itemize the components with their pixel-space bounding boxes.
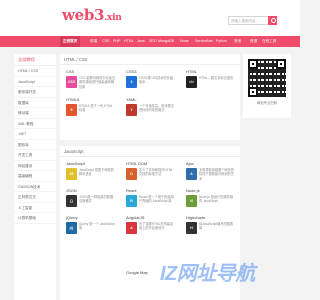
card-title: Ajax [186,161,194,166]
card-title: HTML [186,69,197,74]
sidebar-item[interactable]: 开发工具 [14,150,56,161]
nav-item[interactable]: 资源 [250,36,257,47]
card-description: 一个可读性高，用来表达资料序列化的格式 [139,104,175,113]
sidebar-item[interactable]: 移动端 [14,108,56,119]
search-button[interactable] [268,16,277,25]
card-title: YAML [126,97,137,102]
card-description: 为了克服HTML在构建应用上的不足而设计 [139,222,174,231]
sidebar-item[interactable]: 数据库 [14,98,56,108]
card-icon: H [186,222,197,234]
card-title: HTML5 [66,97,80,102]
nav-item[interactable]: ServiceNet [195,36,213,47]
tutorial-card[interactable]: CSS CSS CSS 能够对网页中元素位置的排版进行像素级精确控制 [62,68,116,94]
tutorial-card[interactable]: JavaScript JS JavaScript 是属于网络的脚本语言 [62,160,116,186]
tutorial-card[interactable]: JSON {} JSON是一种轻量的数据交换格式 [62,187,116,213]
card-icon: 5 [66,104,77,116]
card-title: Highcharts [186,215,206,220]
card-icon: A [186,168,197,180]
tutorial-card[interactable]: Node.js N Node.js 是运行在服务端的 JavaScript [182,187,236,213]
tutorial-card[interactable]: React R React 是一个用于构建用户界面的 JavaScript 库 [122,187,176,213]
card-title: JSON [66,188,77,193]
sidebar-item[interactable]: 高级编程 [14,171,56,182]
qr-panel: 网站专业扫码 [243,54,291,118]
nav-item[interactable]: Python [216,36,227,47]
nav-item[interactable]: Java [137,36,145,47]
nav-item[interactable]: SEO [149,36,157,47]
card-title: jQuery [66,215,78,220]
card-description: CSS3是CSS技术的升级版本 [139,76,174,85]
sidebar-item[interactable]: XML 教程 [14,119,56,129]
section-title: HTML / CSS [60,54,240,65]
nav-item[interactable]: MongoDB [158,36,174,47]
sidebar-item[interactable]: 正则表达式 [14,192,56,203]
sidebar-item[interactable]: .NET [14,129,56,140]
card-title: Node.js [186,188,200,193]
tutorial-card[interactable]: HTML </> HTML，超文本标记语言 [182,68,236,94]
card-title: JavaScript [66,161,85,166]
card-description: HTML5 是下一代 HTML 标准 [79,104,113,113]
card-description: Node.js 是运行在服务端的 JavaScript [199,195,234,204]
sidebar-title: 全部教程 [14,54,56,66]
card-icon: 3 [126,76,137,88]
sidebar-item[interactable]: HTML / CSS [14,66,56,77]
site-logo[interactable]: web3.xin [62,6,122,24]
sidebar: 全部教程 HTML / CSS JavaScript 服务端开发 数据库 移动端 XML … [14,54,56,300]
main-nav: 正统首页 前端 CSS PHP HTML Java SEO MongoDB Node Servic… [0,36,300,47]
card-icon: </> [186,76,197,88]
tutorial-card[interactable]: HTML5 5 HTML5 是下一代 HTML 标准 [62,96,116,122]
tutorial-card[interactable]: CSS3 3 CSS3是CSS技术的升级版本 [122,68,176,94]
nav-item[interactable]: 在线工具 [262,36,276,47]
sidebar-item[interactable]: 人工智能 [14,203,56,213]
card-icon: jQ [66,222,77,234]
card-title: HTML DOM [126,161,148,166]
tutorial-card[interactable]: HTML DOM D 定义了访问和操作HTML文档的标准方法 [122,160,176,186]
nav-item[interactable]: 前端 [90,36,97,47]
card-description: JavaScript 是属于网络的脚本语言 [79,168,114,177]
tutorial-card[interactable]: Highcharts H 纯JavaScript编写的图表库 [182,214,236,240]
qr-code [248,59,286,97]
site-header: web3.xin 请输入搜索内容 [0,0,300,36]
card-icon: R [126,195,137,207]
watermark: IZ网址导航 [160,263,255,285]
card-icon: Y [126,104,137,116]
card-description: jQuery 是一个 JavaScript 库 [79,222,115,231]
card-description: 定义了访问和操作HTML文档的标准方法 [139,168,174,177]
card-title[interactable]: Google Map [126,270,148,276]
card-icon: D [126,168,137,180]
sidebar-item[interactable]: 服务端开发 [14,87,56,98]
sidebar-item[interactable]: Git/JSON技术 [14,182,56,192]
sidebar-item[interactable]: 计算机基础 [14,213,56,224]
card-icon: {} [66,195,77,207]
card-title: CSS [66,69,75,74]
nav-item[interactable]: Node [180,36,189,47]
card-icon: CSS [66,76,77,88]
tutorial-card[interactable]: AngularJS A 为了克服HTML在构建应用上的不足而设计 [122,214,176,240]
section-html-css: HTML / CSS CSS CSS CSS 能够对网页中元素位置的排版进行像素级精… [60,54,240,140]
card-description: 无需重新加载整个网页的情况下更新部分网页的艺术 [199,168,235,181]
card-title: AngularJS [126,215,145,220]
card-description: 纯JavaScript编写的图表库 [199,222,234,231]
tutorial-card[interactable]: YAML Y 一个可读性高，用来表达资料序列化的格式 [122,96,176,122]
card-description: HTML，超文本标记语言 [199,76,234,80]
card-title: React [126,188,137,193]
card-description: React 是一个用于构建用户界面的 JavaScript 库 [139,195,174,204]
card-icon: N [186,195,197,207]
card-icon: A [126,222,137,234]
card-description: JSON是一种轻量的数据交换格式 [79,195,114,204]
card-title: CSS3 [126,69,137,74]
tutorial-card[interactable]: jQuery jQ jQuery 是一个 JavaScript 库 [62,214,116,240]
sidebar-item[interactable]: JavaScript [14,77,56,87]
card-icon: JS [66,168,77,180]
nav-item[interactable]: HTML [124,36,134,47]
nav-item[interactable]: 正统首页 [60,36,81,47]
nav-item[interactable]: 其他 [234,36,241,47]
qr-caption: 网站专业扫码 [256,101,278,105]
sidebar-item[interactable]: 图形库 [14,140,56,150]
card-description: CSS 能够对网页中元素位置的排版进行像素级精确控制 [79,76,116,89]
nav-item[interactable]: PHP [113,36,120,47]
section-title: JavaScript [60,146,240,157]
sidebar-item[interactable]: 网站建设 [14,161,56,171]
tutorial-card[interactable]: Ajax A 无需重新加载整个网页的情况下更新部分网页的艺术 [182,160,236,186]
nav-item[interactable]: CSS [102,36,109,47]
